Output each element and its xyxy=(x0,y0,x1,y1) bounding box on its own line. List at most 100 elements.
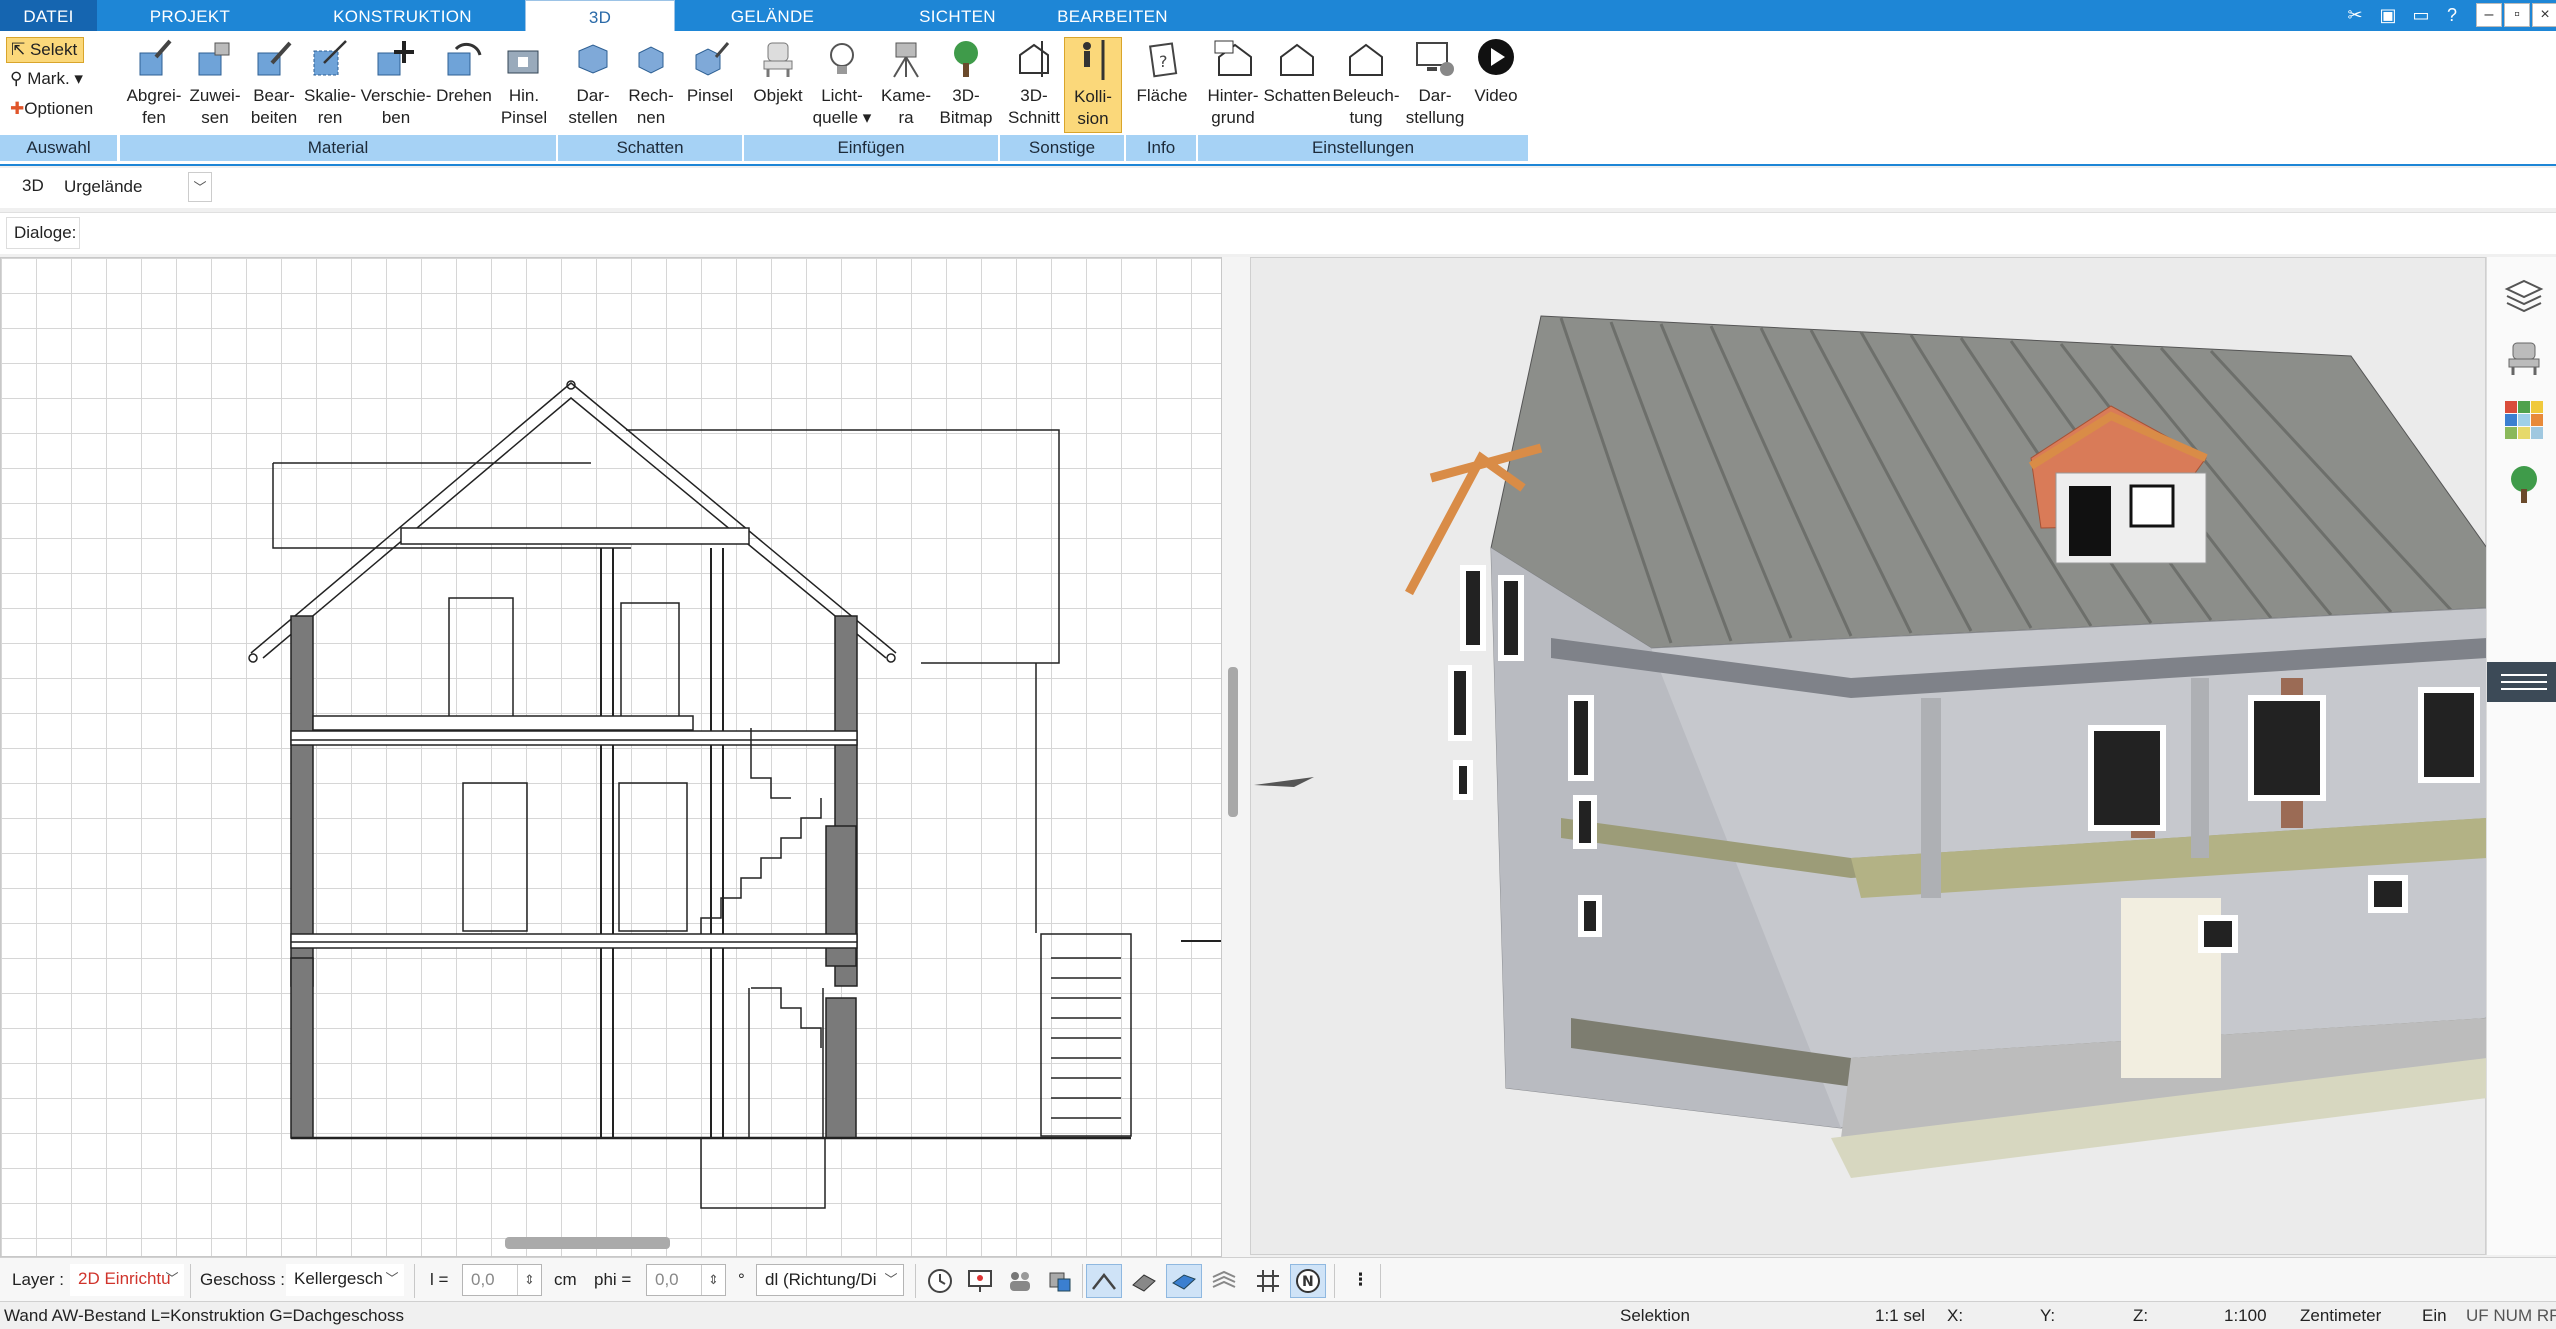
clock-icon[interactable] xyxy=(922,1264,958,1298)
layers-icon[interactable] xyxy=(2503,275,2545,322)
play-icon xyxy=(1478,39,1514,75)
status-z: Z: xyxy=(2133,1306,2149,1325)
roof-view-icon[interactable] xyxy=(1086,1264,1122,1298)
length-input[interactable]: 0,0 ⇕ xyxy=(462,1264,542,1296)
3d-view[interactable] xyxy=(1250,257,2488,1255)
schatten-pinsel-button[interactable]: Pinsel xyxy=(680,37,740,107)
group-auswahl: Auswahl xyxy=(0,135,117,161)
verschieben-button[interactable]: Verschie-ben xyxy=(358,37,434,129)
phi-input[interactable]: 0,0 ⇕ xyxy=(646,1264,726,1296)
view-splitter[interactable] xyxy=(1222,257,1250,1257)
people-icon[interactable] xyxy=(1002,1264,1038,1298)
materials-palette-icon[interactable] xyxy=(2503,399,2545,446)
objekt-button[interactable]: Objekt xyxy=(748,37,808,107)
north-icon[interactable]: N xyxy=(1290,1264,1326,1298)
restore-icon[interactable]: ▣ xyxy=(2376,3,2400,27)
close-button[interactable]: × xyxy=(2532,3,2556,27)
eyedropper-icon xyxy=(139,39,172,76)
cube-shadow-icon xyxy=(578,44,608,74)
kollision-button[interactable]: Kolli-sion xyxy=(1064,37,1122,133)
zuweisen-button[interactable]: Zuwei-sen xyxy=(183,37,247,129)
move-icon xyxy=(377,41,414,76)
cube-compute-icon xyxy=(638,46,664,74)
hintergrund-button[interactable]: Hinter-grund xyxy=(1200,37,1266,129)
mode-label: 3D xyxy=(22,176,44,195)
kamera-label-2: ra xyxy=(898,108,914,127)
terrain-select[interactable]: Urgelände ﹀ xyxy=(56,172,212,204)
layers-lines-icon[interactable] xyxy=(1206,1264,1242,1298)
skalieren-button[interactable]: Skalie-ren xyxy=(298,37,362,129)
tab-gelaende[interactable]: GELÄNDE xyxy=(700,0,845,31)
selekt-button[interactable]: ⇱ Selekt xyxy=(6,37,85,63)
schatten-darstellen-button[interactable]: Dar-stellen xyxy=(562,37,624,129)
tab-bearbeiten[interactable]: BEARBEITEN xyxy=(1040,0,1185,31)
flaeche-button[interactable]: ? Fläche xyxy=(1130,37,1194,107)
objekt-label: Objekt xyxy=(753,86,803,105)
length-label: l = xyxy=(430,1270,449,1289)
status-ein: Ein xyxy=(2422,1306,2447,1325)
group-info: Info xyxy=(1126,135,1196,161)
kamera-button[interactable]: Kame-ra xyxy=(876,37,936,129)
schnitt-3d-button[interactable]: 3D- Schnitt xyxy=(1004,37,1064,129)
optionen-button[interactable]: ✚Optionen xyxy=(10,97,93,121)
hin-pinsel-button[interactable]: Hin. Pinsel xyxy=(494,37,554,129)
beleuchtung-button[interactable]: Beleuch-tung xyxy=(1330,37,1402,129)
einst-schatten-label: Schatten xyxy=(1263,86,1331,105)
more-options-icon[interactable]: ⋮ xyxy=(1352,1268,1369,1292)
schatten-rechnen-button[interactable]: Rech-nen xyxy=(620,37,682,129)
presentation-icon[interactable] xyxy=(962,1264,998,1298)
geschoss-select[interactable]: Kellergesch ﹀ xyxy=(286,1264,404,1296)
tab-datei[interactable]: DATEI xyxy=(0,0,97,31)
drehen-label: Drehen xyxy=(436,86,492,105)
panel-menu-button[interactable] xyxy=(2487,662,2556,702)
tab-3d[interactable]: 3D xyxy=(525,0,675,33)
layer-label: Layer : xyxy=(12,1270,64,1289)
floor-plane-icon[interactable] xyxy=(1166,1264,1202,1298)
verschieben-label-1: Verschie- xyxy=(360,86,432,105)
tab-projekt[interactable]: PROJEKT xyxy=(120,0,260,31)
objects-icon[interactable] xyxy=(1042,1264,1078,1298)
group-material: Material xyxy=(120,135,556,161)
roof-lines-icon[interactable] xyxy=(1126,1264,1162,1298)
schnitt-3d-label-1: 3D- xyxy=(1020,86,1048,105)
group-einfuegen: Einfügen xyxy=(744,135,998,161)
menu-tab-bar: DATEI PROJEKT KONSTRUKTION 3D GELÄNDE SI… xyxy=(0,0,2556,33)
stepper-icon[interactable]: ⇕ xyxy=(517,1265,541,1295)
geschoss-label: Geschoss : xyxy=(200,1270,286,1289)
rotate-icon xyxy=(447,42,482,76)
bitmap-3d-label-1: 3D- xyxy=(952,86,980,105)
minimize-button[interactable]: – xyxy=(2476,3,2502,27)
maximize-button[interactable]: ▫ xyxy=(2504,3,2530,27)
darstellung-button[interactable]: Dar-stellung xyxy=(1400,37,1470,129)
hintergrund-label-1: Hinter- xyxy=(1207,86,1259,105)
tools-icon[interactable]: ✂ xyxy=(2343,3,2367,27)
splitter-handle[interactable] xyxy=(1228,667,1238,817)
assign-material-icon xyxy=(198,42,230,76)
bearbeiten-button[interactable]: Bear-beiten xyxy=(242,37,306,129)
help-icon[interactable]: ? xyxy=(2440,3,2464,27)
einst-schatten-button[interactable]: Schatten xyxy=(1262,37,1332,107)
direction-select[interactable]: dl (Richtung/Di ﹀ xyxy=(756,1264,904,1296)
section-plan-view[interactable] xyxy=(0,257,1222,1257)
svg-text:?: ? xyxy=(1159,52,1168,71)
tab-konstruktion[interactable]: KONSTRUKTION xyxy=(320,0,485,31)
window-icon[interactable]: ▭ xyxy=(2409,3,2433,27)
furniture-icon[interactable] xyxy=(2503,337,2545,384)
bitmap-3d-button[interactable]: 3D- Bitmap xyxy=(934,37,998,129)
status-bar: Wand AW-Bestand L=Konstruktion G=Dachges… xyxy=(0,1301,2556,1329)
abgreifen-button[interactable]: Abgrei-fen xyxy=(122,37,186,129)
right-side-panel xyxy=(2486,257,2556,1255)
dialog-bar: Dialoge: xyxy=(0,212,2556,254)
tab-sichten[interactable]: SICHTEN xyxy=(885,0,1030,31)
mark-button[interactable]: ⚲ Mark. ▾ xyxy=(10,67,83,91)
plants-tree-icon[interactable] xyxy=(2503,463,2545,510)
beleuchtung-label-1: Beleuch- xyxy=(1332,86,1400,105)
layer-select[interactable]: 2D Einrichtu ﹀ xyxy=(70,1264,184,1296)
stepper-icon[interactable]: ⇕ xyxy=(701,1265,725,1295)
grid-icon[interactable] xyxy=(1250,1264,1286,1298)
video-button[interactable]: Video xyxy=(1466,37,1526,107)
ribbon: ⇱ Selekt ⚲ Mark. ▾ ✚Optionen Auswahl Abg… xyxy=(0,31,2556,166)
plan-horizontal-scrollbar[interactable] xyxy=(505,1237,670,1249)
lichtquelle-button[interactable]: Licht-quelle ▾ xyxy=(812,37,872,129)
drehen-button[interactable]: Drehen xyxy=(432,37,496,107)
